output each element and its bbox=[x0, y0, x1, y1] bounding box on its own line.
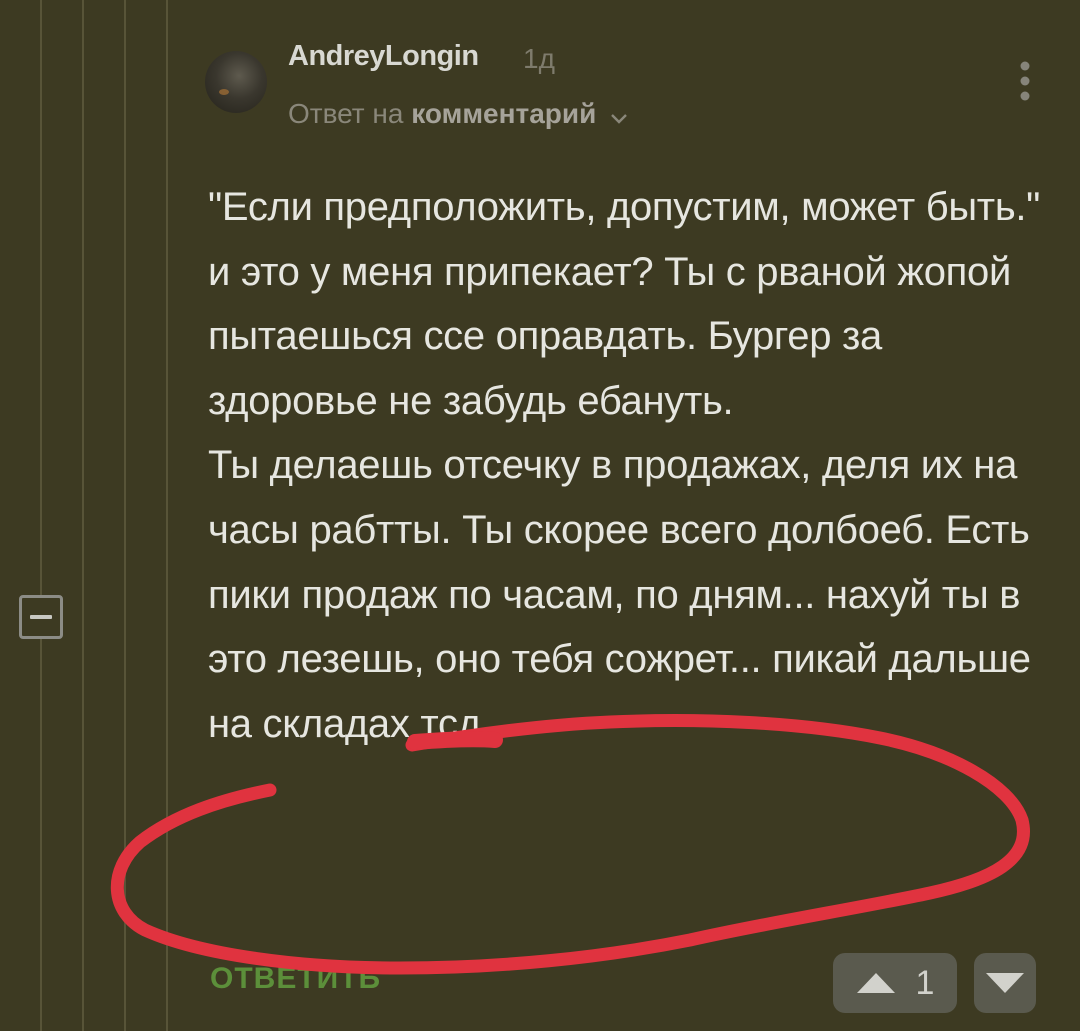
thread-line bbox=[40, 0, 42, 1031]
avatar-image bbox=[219, 89, 229, 95]
reply-button[interactable]: ОТВЕТИТЬ bbox=[210, 962, 381, 996]
thread-line bbox=[166, 0, 168, 1031]
triangle-down-icon bbox=[986, 973, 1024, 993]
minus-square-icon bbox=[30, 615, 52, 619]
collapse-thread-button[interactable] bbox=[19, 595, 63, 639]
thread-line bbox=[82, 0, 84, 1031]
comment-author[interactable]: AndreyLongin bbox=[288, 40, 479, 73]
comment-body: "Если предположить, допустим, может быть… bbox=[208, 175, 1058, 756]
vertical-dots-icon[interactable] bbox=[1018, 61, 1032, 101]
comment-paragraph: Ты делаешь отсечку в продажах, деля их н… bbox=[208, 443, 1031, 746]
comment-paragraph: "Если предположить, допустим, может быть… bbox=[208, 185, 1041, 229]
comment-paragraph: и это у меня припекает? Ты с рваной жопо… bbox=[208, 249, 1012, 423]
comment-thread-page: AndreyLongin 1д Ответ на комментарий "Ес… bbox=[0, 0, 1080, 1031]
triangle-up-icon bbox=[856, 973, 895, 993]
comment-age: 1д bbox=[523, 43, 555, 74]
downvote-button[interactable] bbox=[974, 953, 1036, 1013]
upvote-button[interactable]: 1 bbox=[833, 953, 957, 1013]
reply-prefix: Ответ на bbox=[288, 98, 404, 129]
avatar[interactable] bbox=[205, 51, 267, 113]
rating-count: 1 bbox=[915, 963, 935, 1002]
chevron-down-icon[interactable] bbox=[610, 100, 628, 132]
reply-target-link[interactable]: комментарий bbox=[411, 98, 596, 129]
thread-line bbox=[124, 0, 126, 1031]
reply-to-line: Ответ на комментарий bbox=[288, 98, 628, 132]
